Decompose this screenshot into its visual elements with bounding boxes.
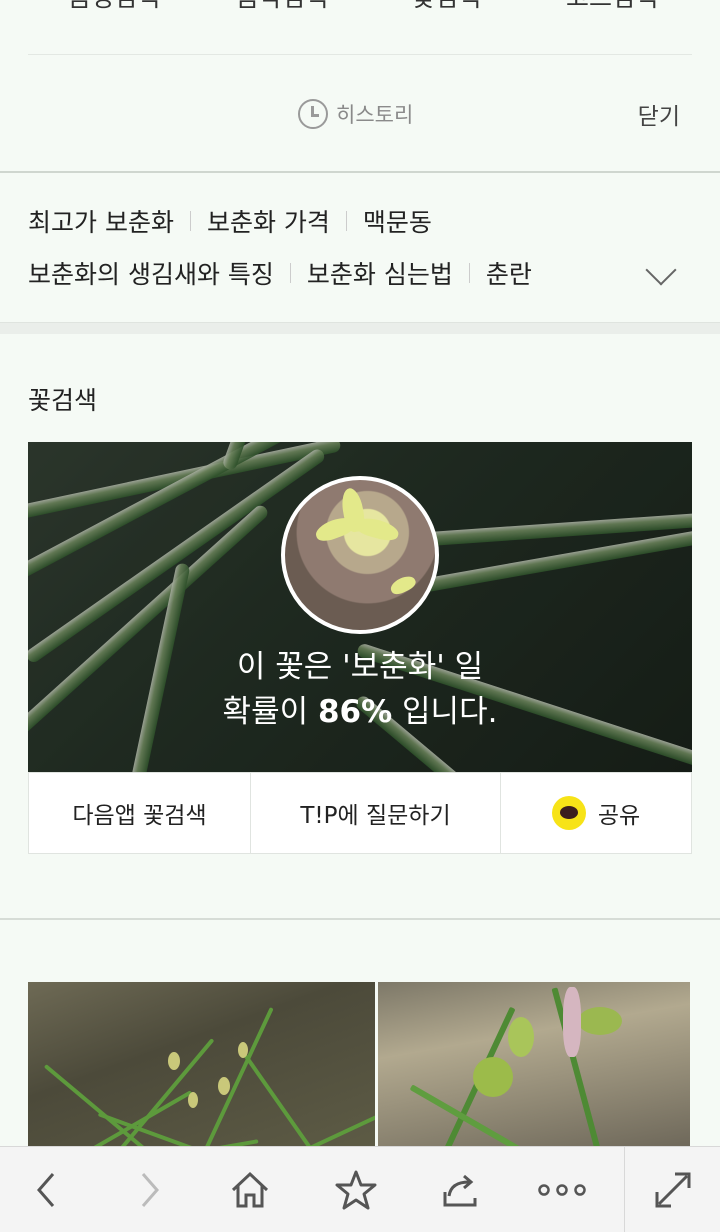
- related-row-2: 보춘화의 생김새와 특징 보춘화 심는법 춘란: [28, 255, 532, 291]
- home-icon[interactable]: [218, 1147, 282, 1232]
- flower-thumbnail: [281, 476, 439, 634]
- forward-icon[interactable]: [118, 1147, 182, 1232]
- tab-code-search[interactable]: 코드검색: [566, 0, 658, 14]
- divider: [0, 918, 720, 920]
- open-app-flower-search-button[interactable]: 다음앱 꽃검색: [29, 773, 251, 853]
- ask-tip-button[interactable]: T!P에 질문하기: [251, 773, 501, 853]
- bookmark-star-icon[interactable]: [322, 1147, 390, 1232]
- divider: [345, 211, 347, 231]
- result-actions: 다음앱 꽃검색 T!P에 질문하기 공유: [28, 772, 692, 854]
- flower-result-card[interactable]: 이 꽃은 '보춘화' 일 확률이 86% 입니다.: [28, 442, 692, 772]
- related-item[interactable]: 보춘화의 생김새와 특징: [28, 255, 274, 291]
- related-item[interactable]: 최고가 보춘화: [28, 203, 174, 239]
- share-icon[interactable]: [426, 1147, 494, 1232]
- divider: [289, 263, 291, 283]
- expand-icon[interactable]: [640, 1147, 706, 1232]
- chevron-down-icon[interactable]: [645, 254, 677, 286]
- history-button[interactable]: 히스토리: [298, 99, 413, 129]
- history-row: 히스토리 닫기: [0, 55, 720, 171]
- back-icon[interactable]: [14, 1147, 78, 1232]
- probability-value: 86%: [317, 694, 393, 730]
- tab-music-search[interactable]: 음악검색: [236, 0, 328, 14]
- browser-toolbar: [0, 1146, 720, 1232]
- kakaotalk-icon: [551, 796, 586, 830]
- tab-voice-search[interactable]: 음성검색: [68, 0, 160, 14]
- related-item[interactable]: 보춘화 심는법: [307, 255, 453, 291]
- clock-icon: [298, 99, 328, 129]
- related-row-1: 최고가 보춘화 보춘화 가격 맥문동: [28, 203, 432, 239]
- result-probability-text: 확률이 86% 입니다.: [222, 694, 498, 730]
- more-icon[interactable]: [526, 1147, 598, 1232]
- result-text: 이 꽃은 '보춘화' 일: [236, 649, 484, 685]
- close-button[interactable]: 닫기: [638, 97, 680, 131]
- image-result[interactable]: [378, 982, 690, 1147]
- tab-flower-search[interactable]: 꽃검색: [412, 0, 481, 14]
- related-item[interactable]: 보춘화 가격: [207, 203, 330, 239]
- divider: [468, 263, 470, 283]
- image-result[interactable]: [28, 982, 375, 1147]
- section-title: 꽃검색: [28, 386, 98, 415]
- related-item[interactable]: 춘란: [486, 255, 532, 291]
- history-label: 히스토리: [336, 103, 414, 127]
- search-mode-tabs: 음성검색 음악검색 꽃검색 코드검색: [0, 0, 720, 54]
- related-searches: 최고가 보춘화 보춘화 가격 맥문동 보춘화의 생김새와 특징 보춘화 심는법 …: [0, 173, 720, 323]
- section-gap: [0, 322, 720, 334]
- divider: [624, 1147, 625, 1232]
- related-item[interactable]: 맥문동: [363, 203, 432, 239]
- divider: [189, 211, 191, 231]
- share-button[interactable]: 공유: [501, 773, 691, 853]
